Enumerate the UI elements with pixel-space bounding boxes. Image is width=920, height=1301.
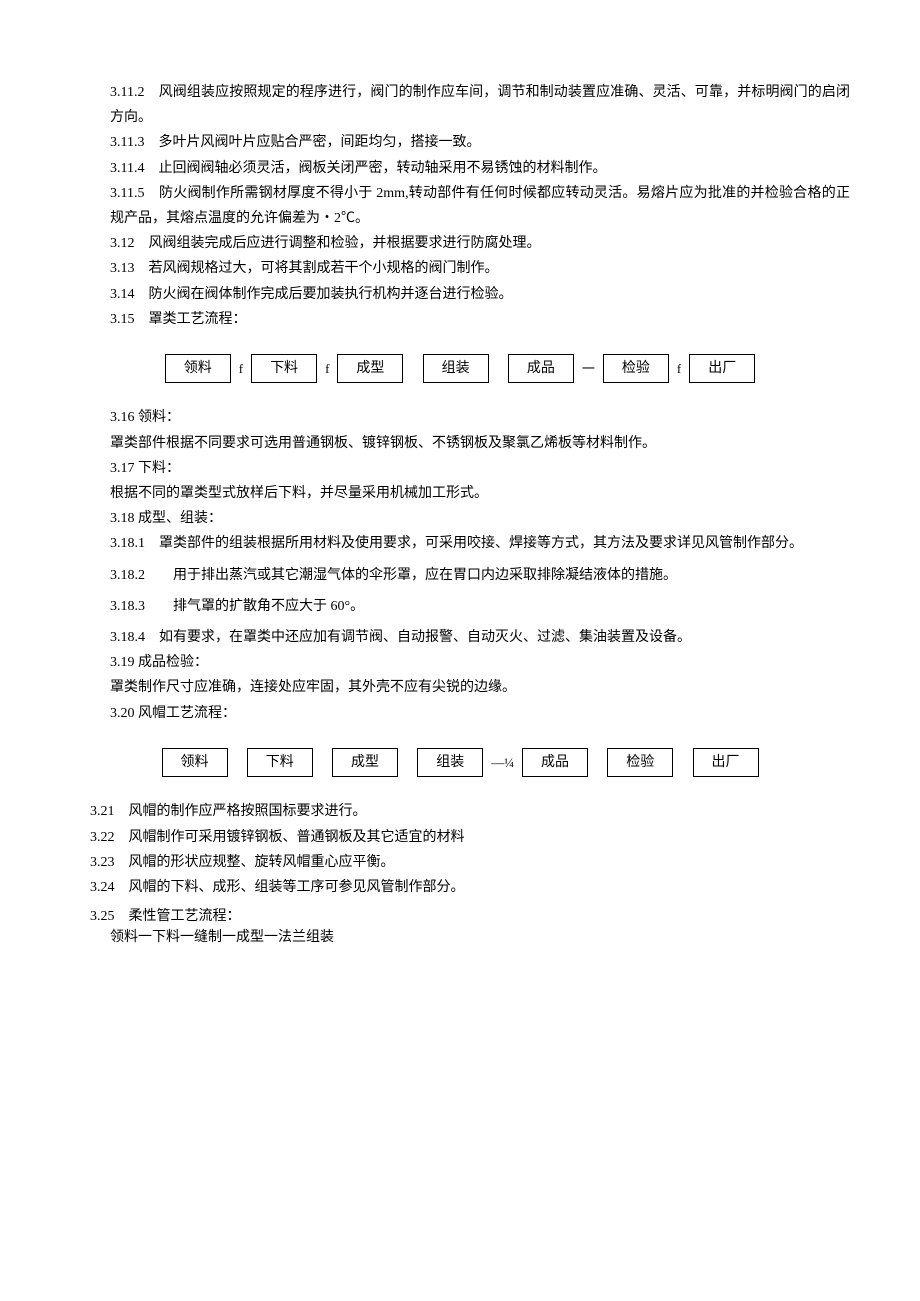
flow1-sep-5: 一	[580, 357, 597, 380]
para-3-21: 3.21 风帽的制作应严格按照国标要求进行。	[70, 799, 850, 824]
flow1-sep-3	[409, 357, 416, 380]
para-3-17-body: 根据不同的罩类型式放样后下料，并尽量采用机械加工形式。	[70, 481, 850, 506]
para-3-14: 3.14 防火阀在阀体制作完成后要加装执行机构并逐台进行检验。	[70, 282, 850, 307]
para-3-12: 3.12 风阀组装完成后应进行调整和检验，并根据要求进行防腐处理。	[70, 231, 850, 256]
para-3-20: 3.20 风帽工艺流程：	[70, 701, 850, 726]
para-3-16-body: 罩类部件根据不同要求可选用普通钢板、镀锌钢板、不锈钢板及聚氯乙烯板等材料制作。	[70, 431, 850, 456]
flow1-box-4: 组装	[423, 354, 489, 384]
flow1-box-7: 出厂	[689, 354, 755, 384]
flow1-sep-6: f	[675, 357, 683, 380]
flow2-box-3: 成型	[332, 748, 398, 778]
flow2-box-6: 检验	[607, 748, 673, 778]
para-3-11-2: 3.11.2 风阀组装应按照规定的程序进行，阀门的制作应车间，调节和制动装置应准…	[70, 80, 850, 130]
para-3-15: 3.15 罩类工艺流程：	[70, 307, 850, 332]
flow1-box-2: 下料	[251, 354, 317, 384]
flow2-sep-3	[404, 751, 411, 774]
flowchart-1: 领料 f 下料 f 成型 组装 成品 一 检验 f 出厂	[70, 354, 850, 384]
para-3-18-head: 3.18 成型、组装：	[70, 506, 850, 531]
flow2-sep-5	[594, 751, 601, 774]
flow2-sep-2	[319, 751, 326, 774]
para-3-19-body: 罩类制作尺寸应准确，连接处应牢固，其外壳不应有尖锐的边缘。	[70, 675, 850, 700]
para-3-13: 3.13 若风阀规格过大，可将其割成若干个小规格的阀门制作。	[70, 256, 850, 281]
flow1-box-3: 成型	[337, 354, 403, 384]
para-3-11-4: 3.11.4 止回阀阀轴必须灵活，阀板关闭严密，转动轴采用不易锈蚀的材料制作。	[70, 156, 850, 181]
flow2-box-7: 出厂	[693, 748, 759, 778]
flow2-sep-6	[679, 751, 686, 774]
flow2-sep-1	[234, 751, 241, 774]
para-3-24: 3.24 风帽的下料、成形、组装等工序可参见风管制作部分。	[70, 875, 850, 900]
flow1-sep-1: f	[237, 357, 245, 380]
flow2-sep-4: —¼	[489, 751, 516, 774]
flow1-box-6: 检验	[603, 354, 669, 384]
flow1-box-1: 领料	[165, 354, 231, 384]
flow1-sep-2: f	[323, 357, 331, 380]
para-3-18-3: 3.18.3 排气罩的扩散角不应大于 60°。	[70, 594, 850, 619]
flow1-box-5: 成品	[508, 354, 574, 384]
para-3-18-2: 3.18.2 用于排出蒸汽或其它潮湿气体的伞形罩，应在胃口内边采取排除凝结液体的…	[70, 563, 850, 588]
flow2-box-2: 下料	[247, 748, 313, 778]
para-3-25-body: 领料一下料一缝制一成型一法兰组装	[70, 927, 850, 948]
para-3-22: 3.22 风帽制作可采用镀锌钢板、普通钢板及其它适宜的材料	[70, 825, 850, 850]
para-3-17-head: 3.17 下料：	[70, 456, 850, 481]
flow2-box-5: 成品	[522, 748, 588, 778]
flowchart-2: 领料 下料 成型 组装 —¼ 成品 检验 出厂	[70, 748, 850, 778]
para-3-18-1: 3.18.1 罩类部件的组装根据所用材料及使用要求，可采用咬接、焊接等方式，其方…	[70, 531, 850, 556]
para-3-11-3: 3.11.3 多叶片风阀叶片应贴合严密，间距均匀，搭接一致。	[70, 130, 850, 155]
para-3-23: 3.23 风帽的形状应规整、旋转风帽重心应平衡。	[70, 850, 850, 875]
flow2-box-1: 领料	[162, 748, 228, 778]
para-3-16-head: 3.16 领料：	[70, 405, 850, 430]
para-3-19-head: 3.19 成品检验：	[70, 650, 850, 675]
para-3-18-4: 3.18.4 如有要求，在罩类中还应加有调节阀、自动报警、自动灭火、过滤、集油装…	[70, 625, 850, 650]
para-3-25-head: 3.25 柔性管工艺流程：	[70, 906, 850, 927]
flow2-box-4: 组装	[417, 748, 483, 778]
flow1-sep-4	[495, 357, 502, 380]
para-3-11-5: 3.11.5 防火阀制作所需钢材厚度不得小于 2mm,转动部件有任何时候都应转动…	[70, 181, 850, 231]
